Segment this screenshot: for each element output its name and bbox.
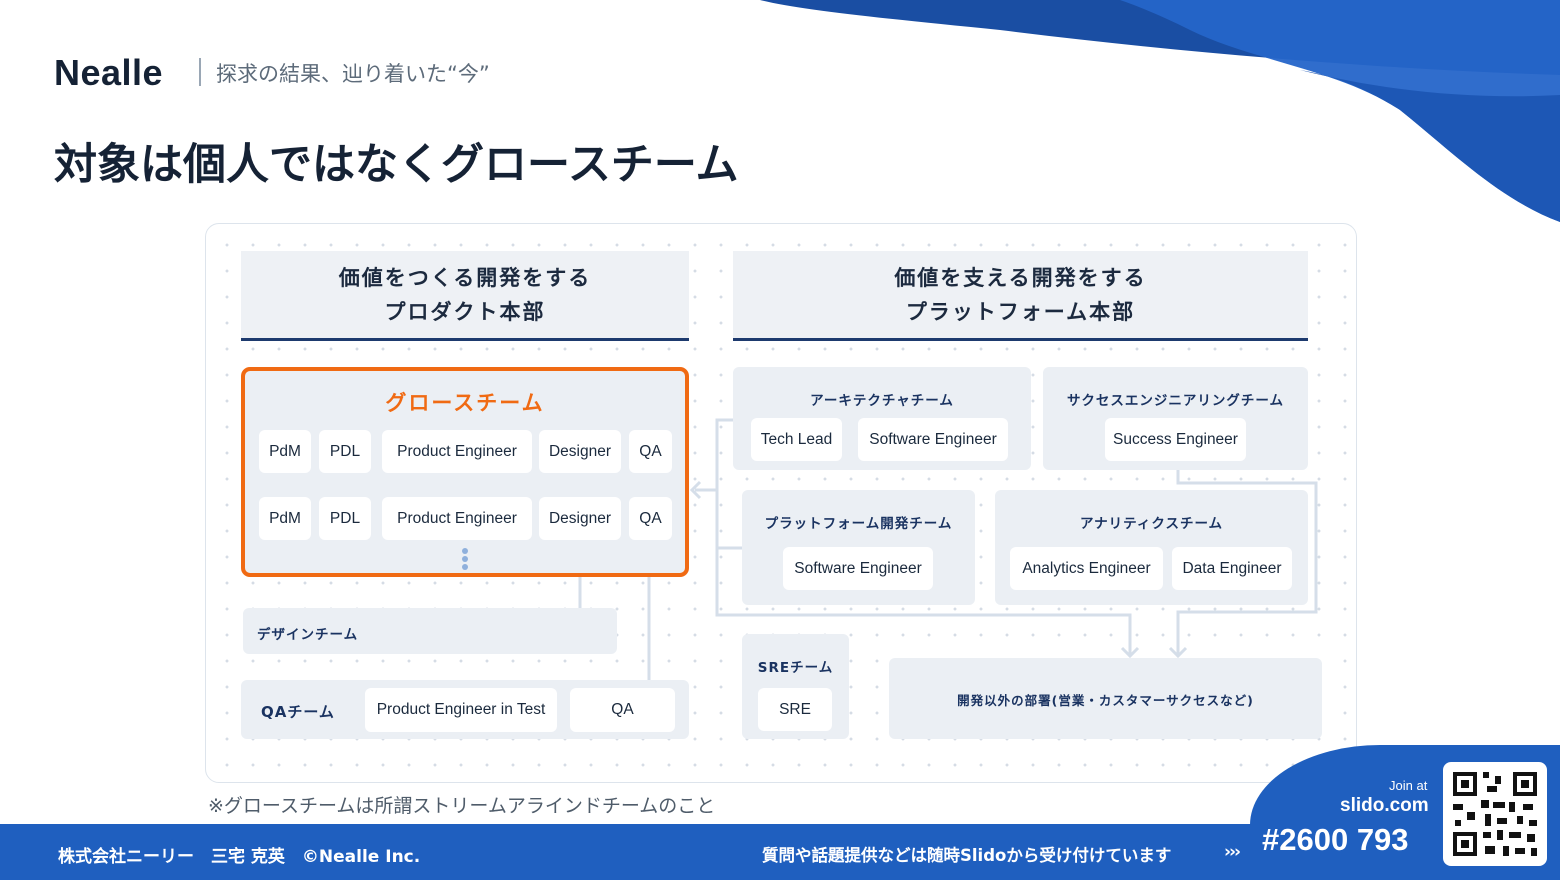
member-chip: Product Engineer [382, 497, 532, 540]
platform-department-header: 価値を支える開発をする プラットフォーム本部 [733, 251, 1308, 341]
brand-logo: Nealle [54, 52, 164, 93]
sre-team: SREチーム SRE [742, 634, 849, 739]
member-chip: Software Engineer [858, 418, 1008, 461]
member-chip: Designer [539, 497, 621, 540]
member-chip: Designer [539, 430, 621, 473]
platform-dev-team: プラットフォーム開発チーム Software Engineer [742, 490, 975, 605]
slido-url-link[interactable]: slido.com [1340, 795, 1429, 817]
member-chip: PDL [319, 430, 371, 473]
member-chip: QA [629, 430, 672, 473]
growth-team: グロースチーム PdM PDL Product Engineer Designe… [241, 367, 689, 577]
product-dept-line2: プロダクト本部 [384, 299, 546, 324]
growth-team-title: グロースチーム [385, 391, 545, 415]
analytics-team: アナリティクスチーム Analytics Engineer Data Engin… [995, 490, 1308, 605]
sre-team-title: SREチーム [757, 660, 834, 676]
other-departments-title: 開発以外の部署(営業・カスタマーサクセスなど) [957, 693, 1254, 708]
member-chip: Tech Lead [751, 418, 842, 461]
member-chip: Success Engineer [1105, 418, 1246, 461]
platform-dept-line1: 価値を支える開発をする [894, 265, 1147, 290]
member-chip: QA [629, 497, 672, 540]
product-department-header: 価値をつくる開発をする プロダクト本部 [241, 251, 689, 341]
member-chip: Analytics Engineer [1010, 547, 1163, 590]
footer-credit: 株式会社ニーリー 三宅 克英 ©Nealle Inc. [58, 847, 421, 867]
analytics-team-title: アナリティクスチーム [1079, 516, 1224, 532]
member-chip: PdM [259, 497, 311, 540]
qa-team: QAチーム Product Engineer in Test QA [241, 680, 689, 739]
success-team-title: サクセスエンジニアリングチーム [1066, 393, 1285, 409]
architecture-team: アーキテクチャチーム Tech Lead Software Engineer [733, 367, 1031, 470]
member-chip: Data Engineer [1172, 547, 1292, 590]
member-chip: Product Engineer in Test [365, 688, 557, 732]
qa-team-title: QAチーム [261, 703, 335, 721]
tagline-divider [199, 58, 201, 86]
member-chip: QA [570, 688, 675, 732]
architecture-team-title: アーキテクチャチーム [810, 393, 954, 409]
slido-join-label: Join at [1389, 778, 1428, 793]
footer-slido-note: 質問や話題提供などは随時Slidoから受け付けています [762, 846, 1172, 865]
member-chip: Product Engineer [382, 430, 532, 473]
member-chip: SRE [758, 688, 832, 731]
platform-dev-team-title: プラットフォーム開発チーム [764, 516, 953, 532]
other-departments: 開発以外の部署(営業・カスタマーサクセスなど) [889, 658, 1322, 739]
chevron-right-icon: ››› [1224, 842, 1241, 862]
member-chip: Software Engineer [783, 547, 933, 590]
product-dept-line1: 価値をつくる開発をする [338, 265, 592, 290]
member-chip: PDL [319, 497, 371, 540]
tagline: 探求の結果、辿り着いた“今” [216, 62, 490, 86]
member-chip: PdM [259, 430, 311, 473]
slido-event-code: #2600 793 [1262, 822, 1409, 857]
design-team-title: デザインチーム [257, 627, 359, 643]
qr-code-icon[interactable] [1443, 762, 1547, 866]
design-team: デザインチーム [243, 608, 617, 654]
footnote: ※グロースチームは所謂ストリームアラインドチームのこと [208, 795, 716, 817]
page-title: 対象は個人ではなくグロースチーム [54, 140, 739, 190]
platform-dept-line2: プラットフォーム本部 [905, 299, 1136, 324]
success-engineering-team: サクセスエンジニアリングチーム Success Engineer [1043, 367, 1308, 470]
